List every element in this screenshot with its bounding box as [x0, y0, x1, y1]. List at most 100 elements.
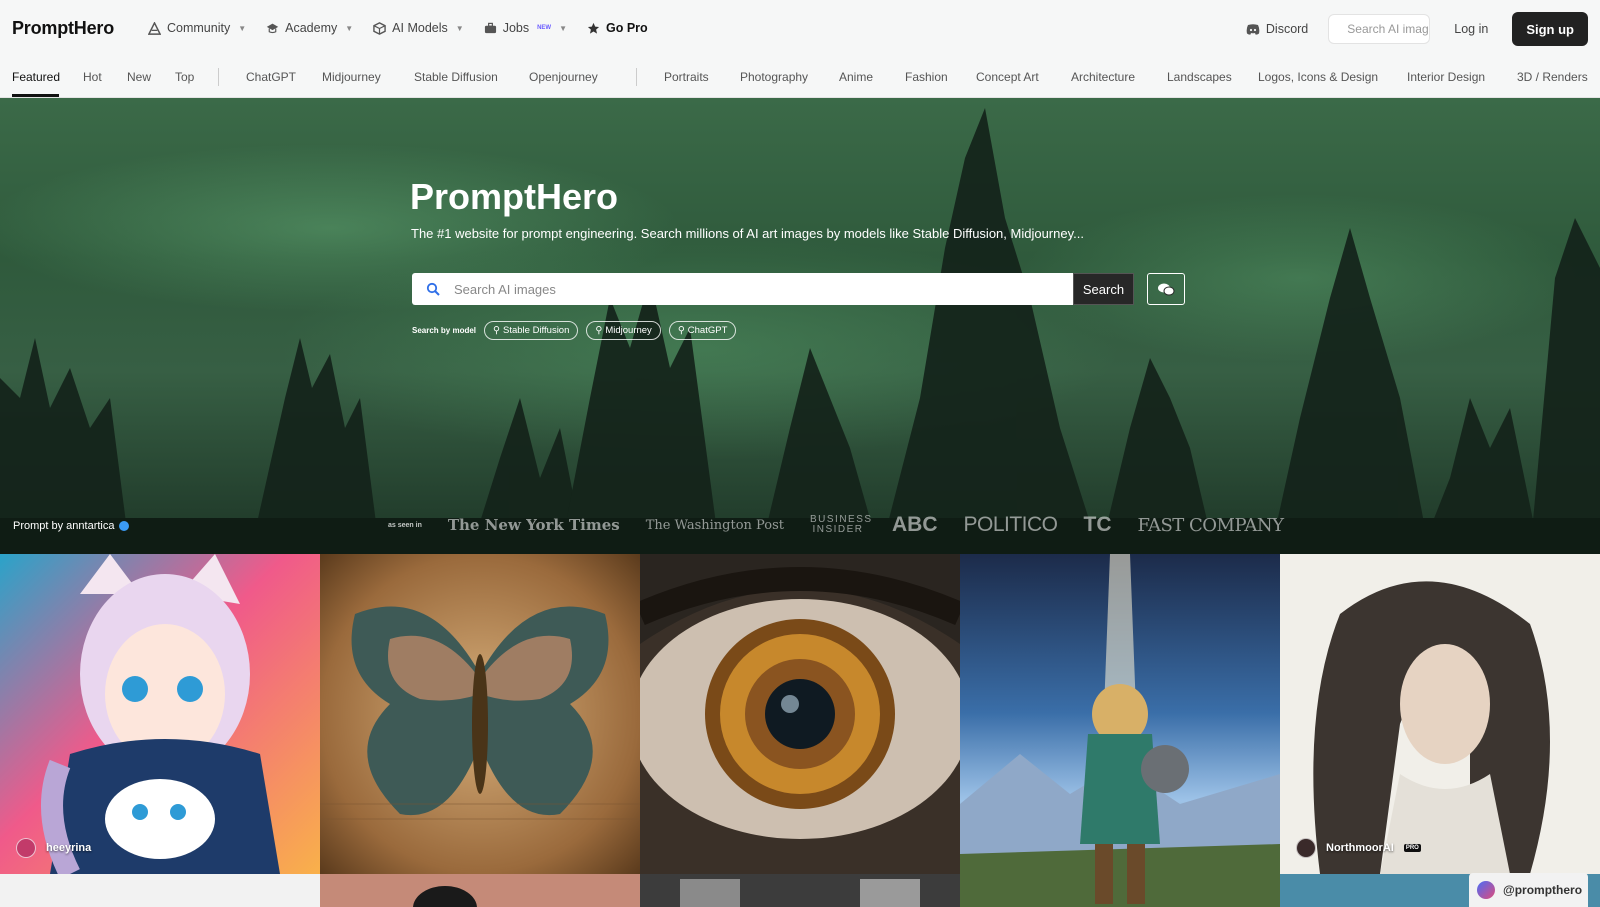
tab-concept-art[interactable]: Concept Art: [976, 70, 1039, 84]
header-actions: Discord Search AI images Log in Sign up: [1246, 12, 1588, 46]
pro-badge: PRO: [1403, 844, 1421, 852]
briefcase-icon: [484, 22, 496, 33]
tab-new[interactable]: New: [127, 70, 151, 84]
search-by-model: Search by model ⚲ Stable Diffusion ⚲ Midjo…: [412, 321, 737, 340]
nav-ai-models-label: AI Models: [392, 21, 448, 35]
butterfly-image: [320, 606, 640, 820]
press-logo-nyt: The New York Times: [447, 516, 620, 534]
gallery-tile[interactable]: [320, 554, 640, 874]
chip-stable-diffusion[interactable]: ⚲ Stable Diffusion: [484, 321, 579, 340]
nav-community[interactable]: Community ▼: [148, 21, 246, 35]
divider: [218, 68, 219, 86]
chevron-down-icon: ▼: [455, 23, 464, 33]
tab-portraits[interactable]: Portraits: [664, 70, 709, 84]
tab-midjourney[interactable]: Midjourney: [322, 70, 381, 84]
login-link[interactable]: Log in: [1454, 22, 1488, 36]
tab-stable-diffusion[interactable]: Stable Diffusion: [414, 70, 498, 84]
nav-jobs-label: Jobs: [502, 21, 530, 35]
divider: [636, 68, 637, 86]
social-handle: @prompthero: [1503, 883, 1583, 897]
hero-title: PromptHero: [410, 176, 619, 217]
prompthero-avatar: [1477, 881, 1495, 899]
tab-openjourney[interactable]: Openjourney: [529, 70, 598, 84]
gallery-tile[interactable]: heeyrina: [0, 554, 320, 874]
image-search-button[interactable]: [1147, 273, 1185, 305]
chip-midjourney[interactable]: ⚲ Midjourney: [586, 321, 661, 340]
tab-architecture[interactable]: Architecture: [1071, 70, 1135, 84]
nav-jobs[interactable]: Jobs NEW ▼: [484, 21, 567, 35]
monochrome-image: [680, 879, 920, 907]
tab-hot[interactable]: Hot: [83, 70, 102, 84]
press-logo-abc: ABC: [891, 513, 938, 536]
gallery-tile[interactable]: [320, 874, 640, 907]
warrior-landscape-image: [960, 554, 1280, 907]
tab-interior-design[interactable]: Interior Design: [1407, 70, 1485, 84]
nav-ai-models[interactable]: AI Models ▼: [373, 21, 464, 35]
nav-go-pro[interactable]: Go Pro: [587, 21, 648, 35]
hero-search-input[interactable]: Search AI images: [412, 273, 1134, 305]
avatar: [16, 838, 36, 858]
social-handle-badge[interactable]: @prompthero: [1469, 873, 1588, 907]
chevron-down-icon: ▼: [345, 23, 354, 33]
author-name: NorthmoorAI: [1326, 842, 1394, 854]
top-navigation-bar: PromptHero Community ▼ Academy ▼ AI Mode…: [0, 0, 1600, 60]
hero-subtitle: The #1 website for prompt engineering. S…: [411, 226, 1084, 241]
chip-label: ChatGPT: [687, 325, 728, 336]
chip-label: Midjourney: [605, 325, 652, 336]
chat-bubbles-icon: [1158, 283, 1175, 296]
press-logo-politico: POLITICO: [963, 513, 1058, 536]
search-icon: ⚲: [493, 325, 500, 336]
author-name: heeyrina: [46, 842, 92, 854]
chevron-down-icon: ▼: [238, 23, 247, 33]
main-nav: Community ▼ Academy ▼ AI Models ▼ Jobs N…: [148, 21, 648, 35]
gallery-tile[interactable]: [640, 874, 960, 907]
category-bar: Featured Hot New Top ChatGPT Midjourney …: [0, 60, 1600, 98]
nav-go-pro-label: Go Pro: [606, 21, 648, 35]
gallery-tile[interactable]: [0, 874, 320, 907]
tab-photography[interactable]: Photography: [740, 70, 808, 84]
tab-featured[interactable]: Featured: [12, 70, 60, 84]
star-icon: [587, 22, 600, 34]
prompt-credit-label: Prompt by anntartica: [13, 520, 115, 532]
press-logo-business-insider: BUSINESS INSIDER: [809, 514, 873, 535]
discord-icon: [1246, 23, 1260, 35]
new-badge: NEW: [537, 25, 552, 31]
tab-landscapes[interactable]: Landscapes: [1167, 70, 1232, 84]
chip-label: Stable Diffusion: [503, 325, 570, 336]
tab-fashion[interactable]: Fashion: [905, 70, 948, 84]
search-icon: ⚲: [677, 325, 685, 336]
tab-chatgpt[interactable]: ChatGPT: [246, 70, 296, 84]
gallery-tile[interactable]: [960, 554, 1280, 907]
community-icon: [148, 21, 161, 35]
gallery-tile[interactable]: NorthmoorAI PRO: [1280, 554, 1600, 874]
signup-button[interactable]: Sign up: [1512, 12, 1588, 46]
press-logo-techcrunch: TC: [1083, 513, 1112, 536]
search-icon: ⚲: [595, 325, 603, 336]
tile-author[interactable]: heeyrina: [16, 838, 91, 858]
tab-3d-renders[interactable]: 3D / Renders: [1517, 70, 1588, 84]
active-tab-indicator: [12, 94, 59, 97]
portrait-image: [413, 886, 477, 907]
hero-search-placeholder: Search AI images: [454, 281, 556, 297]
chip-chatgpt[interactable]: ⚲ ChatGPT: [668, 321, 737, 340]
search-icon: [426, 282, 440, 296]
prompt-credit[interactable]: Prompt by anntartica: [13, 520, 129, 532]
hero-search-button[interactable]: Search: [1073, 273, 1134, 305]
anime-girl-image: [41, 554, 280, 874]
nav-academy[interactable]: Academy ▼: [266, 21, 353, 35]
tab-top[interactable]: Top: [175, 70, 194, 84]
discord-link[interactable]: Discord: [1246, 22, 1308, 36]
header-search-placeholder: Search AI images: [1347, 22, 1429, 36]
press-logo-wapo: The Washington Post: [645, 517, 784, 533]
press-logo-fast-company: FAST COMPANY: [1137, 514, 1285, 536]
header-search-input[interactable]: Search AI images: [1328, 14, 1431, 44]
nav-academy-label: Academy: [285, 21, 338, 35]
gallery-tile[interactable]: [640, 554, 960, 874]
tile-author[interactable]: NorthmoorAI PRO: [1296, 838, 1421, 858]
site-logo[interactable]: PromptHero: [12, 18, 114, 39]
academy-icon: [266, 23, 279, 33]
cube-icon: [373, 21, 386, 35]
as-seen-in-label: as seen in: [388, 521, 422, 529]
tab-logos-icons-design[interactable]: Logos, Icons & Design: [1258, 70, 1378, 84]
tab-anime[interactable]: Anime: [839, 70, 873, 84]
